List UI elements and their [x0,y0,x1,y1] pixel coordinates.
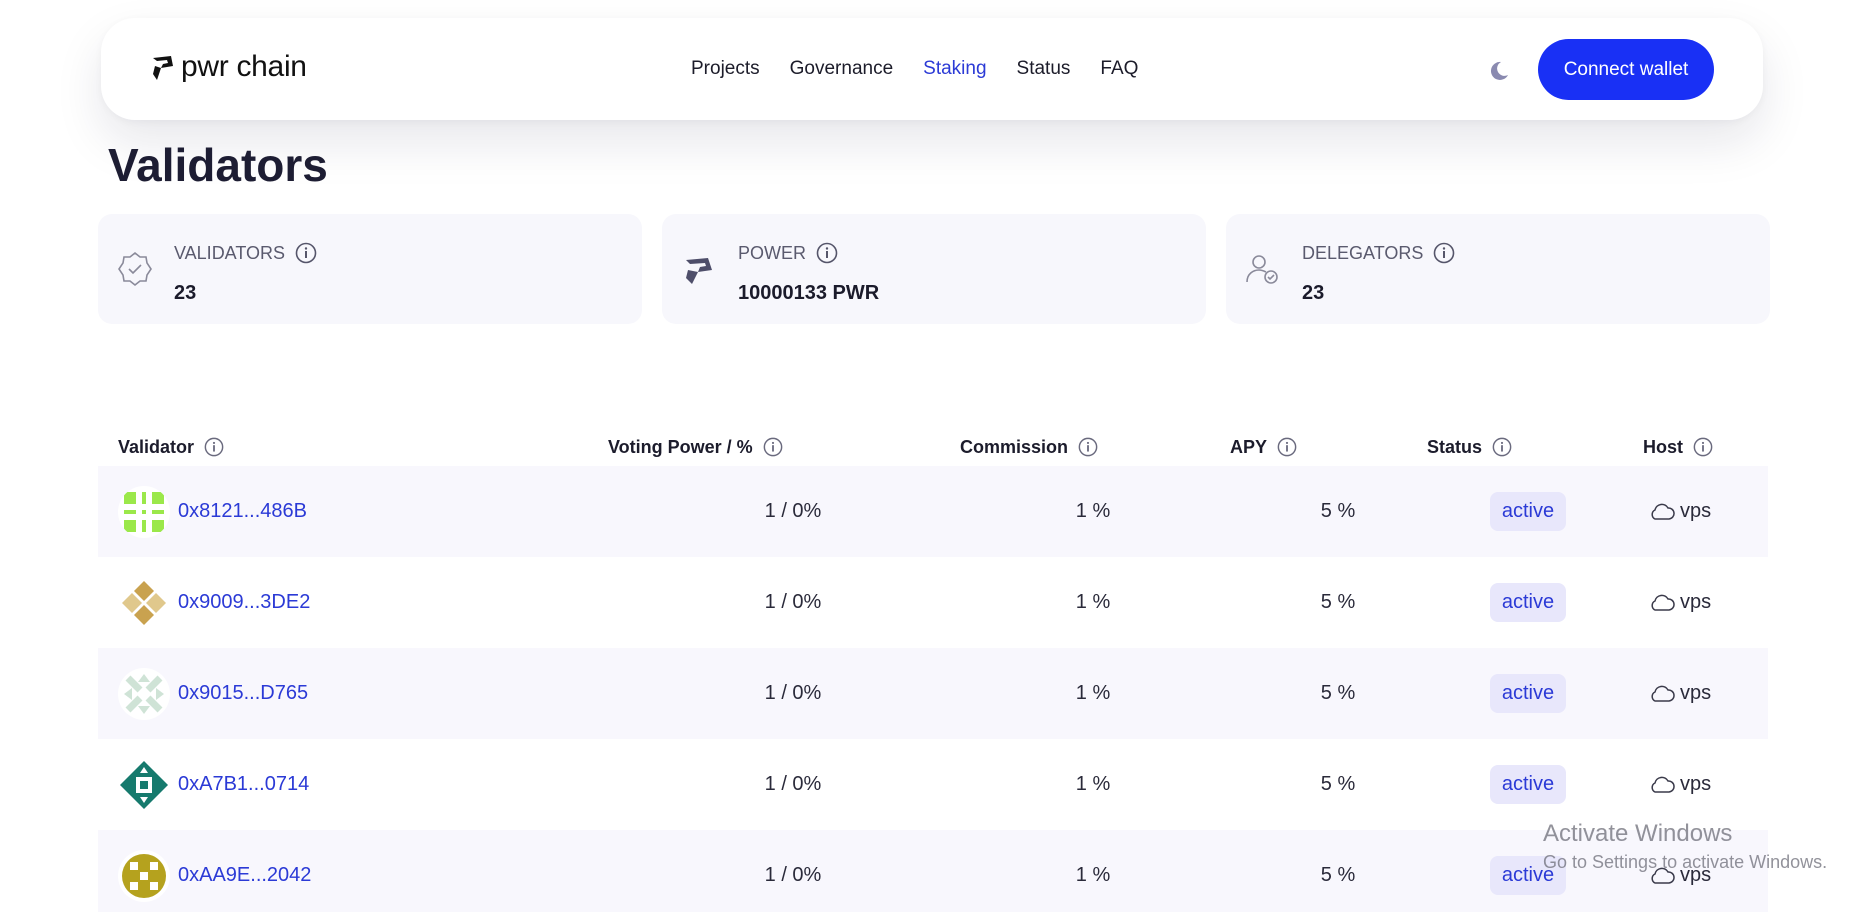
host-label: vps [1680,773,1712,795]
stat-value-validators: 23 [174,282,197,304]
stat-value-delegators: 23 [1302,282,1325,304]
host-label: vps [1680,500,1712,522]
info-icon[interactable] [1277,437,1297,457]
brand[interactable]: pwr chain [151,50,307,84]
connect-wallet-button[interactable]: Connect wallet [1538,39,1714,100]
column-header-host[interactable]: Host [1643,428,1713,466]
pwr-logo-icon [686,258,712,284]
voting-power-cell: 1 / 0% [764,500,822,522]
table-header: Validator Voting Power / % Commission AP… [98,428,1768,466]
windows-activation-title: Activate Windows [1543,820,1733,847]
stat-label-delegators: DELEGATORS [1302,242,1424,263]
stat-card-power: POWER 10000133 PWR [662,214,1206,324]
column-header-validator[interactable]: Validator [118,428,224,466]
cloud-icon [1651,594,1675,611]
validator-avatar [118,849,170,902]
table-row[interactable]: 0x9009...3DE2 1 / 0% 1 % 5 % active vps [98,557,1768,648]
nav-link-staking[interactable]: Staking [923,58,986,80]
info-icon[interactable] [763,437,783,457]
info-icon[interactable] [816,242,838,264]
info-icon[interactable] [295,242,317,264]
apy-cell: 5 % [1320,773,1356,795]
windows-activation-subtitle: Go to Settings to activate Windows. [1543,852,1828,872]
voting-power-cell: 1 / 0% [764,682,822,704]
status-badge: active [1489,583,1567,622]
pwr-logo-icon [153,56,173,80]
validator-avatar [118,485,170,538]
nav-link-projects[interactable]: Projects [691,58,760,80]
commission-cell: 1 % [1075,591,1111,613]
host-label: vps [1680,591,1712,613]
stat-card-delegators: DELEGATORS 23 [1226,214,1770,324]
moon-icon[interactable] [1487,59,1511,83]
host-label: vps [1680,682,1712,704]
commission-cell: 1 % [1075,682,1111,704]
user-check-icon [1246,255,1278,284]
stat-label-validators: VALIDATORS [174,242,286,263]
voting-power-cell: 1 / 0% [764,773,822,795]
page-title: Validators [108,139,328,191]
cloud-icon [1651,685,1675,702]
table-row[interactable]: 0xA7B1...0714 1 / 0% 1 % 5 % active vps [98,739,1768,830]
status-badge: active [1489,492,1567,531]
table-body: 0x8121...486B 1 / 0% 1 % 5 % active vps [98,466,1768,912]
apy-cell: 5 % [1320,500,1356,522]
info-icon[interactable] [1492,437,1512,457]
voting-power-cell: 1 / 0% [764,591,822,613]
column-header-apy[interactable]: APY [1230,428,1297,466]
validator-address-link[interactable]: 0x8121...486B [178,500,307,523]
commission-cell: 1 % [1075,864,1111,886]
cloud-icon [1651,503,1675,520]
table-row[interactable]: 0x9015...D765 1 / 0% 1 % 5 % active vps [98,648,1768,739]
validator-avatar [118,576,170,629]
brand-name: pwr chain [181,50,307,83]
commission-cell: 1 % [1075,500,1111,522]
apy-cell: 5 % [1320,591,1356,613]
nav-link-governance[interactable]: Governance [790,58,894,80]
table-row[interactable]: 0xAA9E...2042 1 / 0% 1 % 5 % active vps [98,830,1768,912]
column-header-commission[interactable]: Commission [960,428,1098,466]
nav-link-status[interactable]: Status [1017,58,1071,80]
validator-address-link[interactable]: 0x9009...3DE2 [178,591,310,614]
validator-avatar [118,667,170,720]
info-icon[interactable] [1433,242,1455,264]
validator-address-link[interactable]: 0x9015...D765 [178,682,308,705]
cloud-icon [1651,776,1675,793]
voting-power-cell: 1 / 0% [764,864,822,886]
stat-value-power: 10000133 PWR [738,282,880,304]
apy-cell: 5 % [1320,864,1356,886]
validator-avatar [118,758,170,811]
nav-link-faq[interactable]: FAQ [1100,58,1138,80]
column-header-voting-power[interactable]: Voting Power / % [608,428,783,466]
info-icon[interactable] [1693,437,1713,457]
validators-table: Validator Voting Power / % Commission AP… [98,428,1768,912]
validator-address-link[interactable]: 0xAA9E...2042 [178,864,311,887]
stat-label-power: POWER [738,242,807,263]
stat-card-validators: VALIDATORS 23 [98,214,642,324]
verified-badge-icon [118,251,152,287]
top-navbar: pwr chain Projects Governance Staking St… [101,18,1763,120]
status-badge: active [1489,765,1567,804]
main-nav: Projects Governance Staking Status FAQ [691,18,1138,120]
info-icon[interactable] [204,437,224,457]
column-header-status[interactable]: Status [1427,428,1512,466]
info-icon[interactable] [1078,437,1098,457]
status-badge: active [1489,674,1567,713]
apy-cell: 5 % [1320,682,1356,704]
commission-cell: 1 % [1075,773,1111,795]
validator-address-link[interactable]: 0xA7B1...0714 [178,773,309,796]
table-row[interactable]: 0x8121...486B 1 / 0% 1 % 5 % active vps [98,466,1768,557]
